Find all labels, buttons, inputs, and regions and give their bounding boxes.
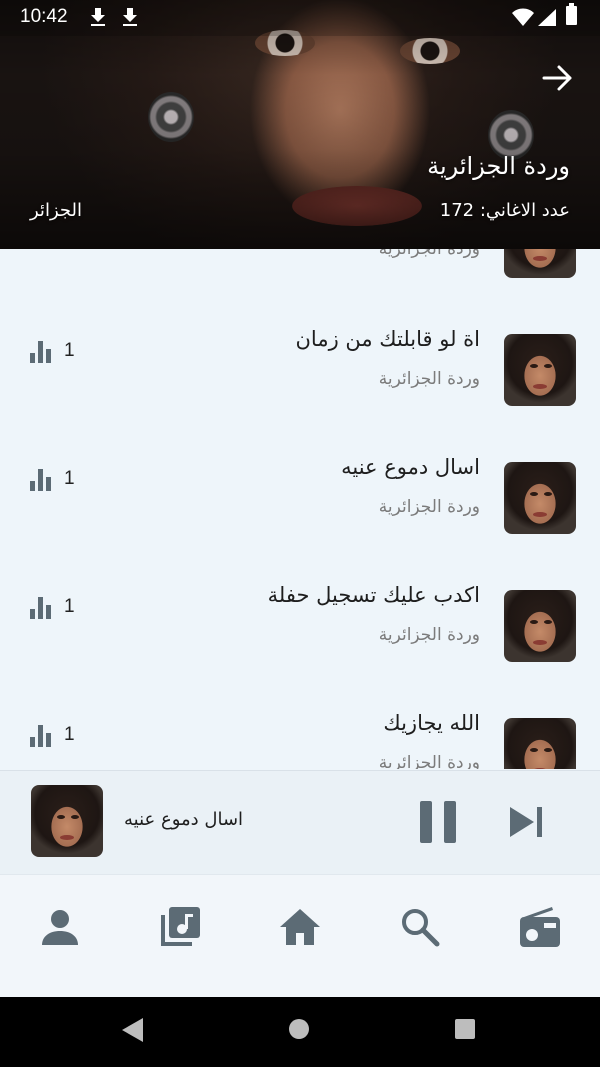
library-music-icon[interactable]: [158, 905, 202, 949]
artist-header: 10:42 وردة الجزائرية عدد الاغاني: 172 ال…: [0, 0, 600, 249]
song-thumbnail: [504, 718, 576, 769]
back-arrow-icon[interactable]: [540, 60, 576, 96]
bar-chart-icon: [30, 341, 51, 363]
bar-chart-icon: [30, 469, 51, 491]
song-title: اكدب عليك تسجيل حفلة: [267, 583, 480, 607]
download-icon: [123, 8, 137, 26]
system-back-icon[interactable]: [122, 1018, 144, 1042]
song-row[interactable]: اكدب عليك تسجيل حفلة وردة الجزائرية 1: [0, 555, 600, 683]
song-row[interactable]: وردة الجزائرية: [0, 249, 600, 279]
song-title: اة لو قابلتك من زمان: [295, 327, 481, 351]
home-icon[interactable]: [278, 905, 322, 949]
song-thumbnail: [504, 334, 576, 406]
song-list[interactable]: وردة الجزائرية اة لو قابلتك من زمان وردة…: [0, 249, 600, 769]
pause-button[interactable]: [418, 801, 458, 843]
radio-icon[interactable]: [518, 905, 562, 949]
song-title: الله يجازيك: [383, 711, 480, 735]
signal-icon: [538, 9, 556, 26]
status-time: 10:42: [20, 6, 68, 27]
bar-chart-icon: [30, 597, 51, 619]
battery-icon: [566, 3, 577, 25]
song-artist: وردة الجزائرية: [378, 497, 480, 517]
now-playing-title[interactable]: اسال دموع عنيه: [124, 809, 243, 830]
song-artist: وردة الجزائرية: [378, 625, 480, 645]
song-row[interactable]: اة لو قابلتك من زمان وردة الجزائرية 1: [0, 299, 600, 427]
bar-chart-icon: [30, 725, 51, 747]
skip-next-icon[interactable]: [508, 805, 544, 839]
play-count: 1: [64, 468, 75, 489]
system-recents-icon[interactable]: [455, 1019, 475, 1039]
pause-icon-bar: [444, 801, 456, 843]
download-icon: [91, 8, 105, 26]
search-icon[interactable]: [398, 905, 442, 949]
play-count: 1: [64, 340, 75, 361]
song-row[interactable]: اسال دموع عنيه وردة الجزائرية 1: [0, 427, 600, 555]
mini-player[interactable]: اسال دموع عنيه: [0, 770, 600, 875]
wifi-icon: [512, 8, 534, 26]
person-icon[interactable]: [38, 905, 82, 949]
artist-name: وردة الجزائرية: [427, 152, 570, 180]
song-artist: وردة الجزائرية: [378, 753, 480, 769]
system-home-icon[interactable]: [289, 1019, 309, 1039]
bottom-navigation: [0, 874, 600, 998]
song-thumbnail: [504, 462, 576, 534]
songs-count: عدد الاغاني: 172: [439, 200, 570, 221]
song-thumbnail: [504, 590, 576, 662]
play-count: 1: [64, 596, 75, 617]
song-row[interactable]: الله يجازيك وردة الجزائرية 1: [0, 683, 600, 769]
pause-icon-bar: [420, 801, 432, 843]
system-navigation-bar: [0, 997, 600, 1067]
now-playing-thumbnail: [31, 785, 103, 857]
song-title: اسال دموع عنيه: [341, 455, 480, 479]
play-count: 1: [64, 724, 75, 745]
song-thumbnail: [504, 249, 576, 278]
status-bar: 10:42: [0, 0, 600, 36]
song-artist: وردة الجزائرية: [378, 369, 480, 389]
song-artist: وردة الجزائرية: [378, 249, 480, 259]
artist-country: الجزائر: [30, 200, 82, 221]
